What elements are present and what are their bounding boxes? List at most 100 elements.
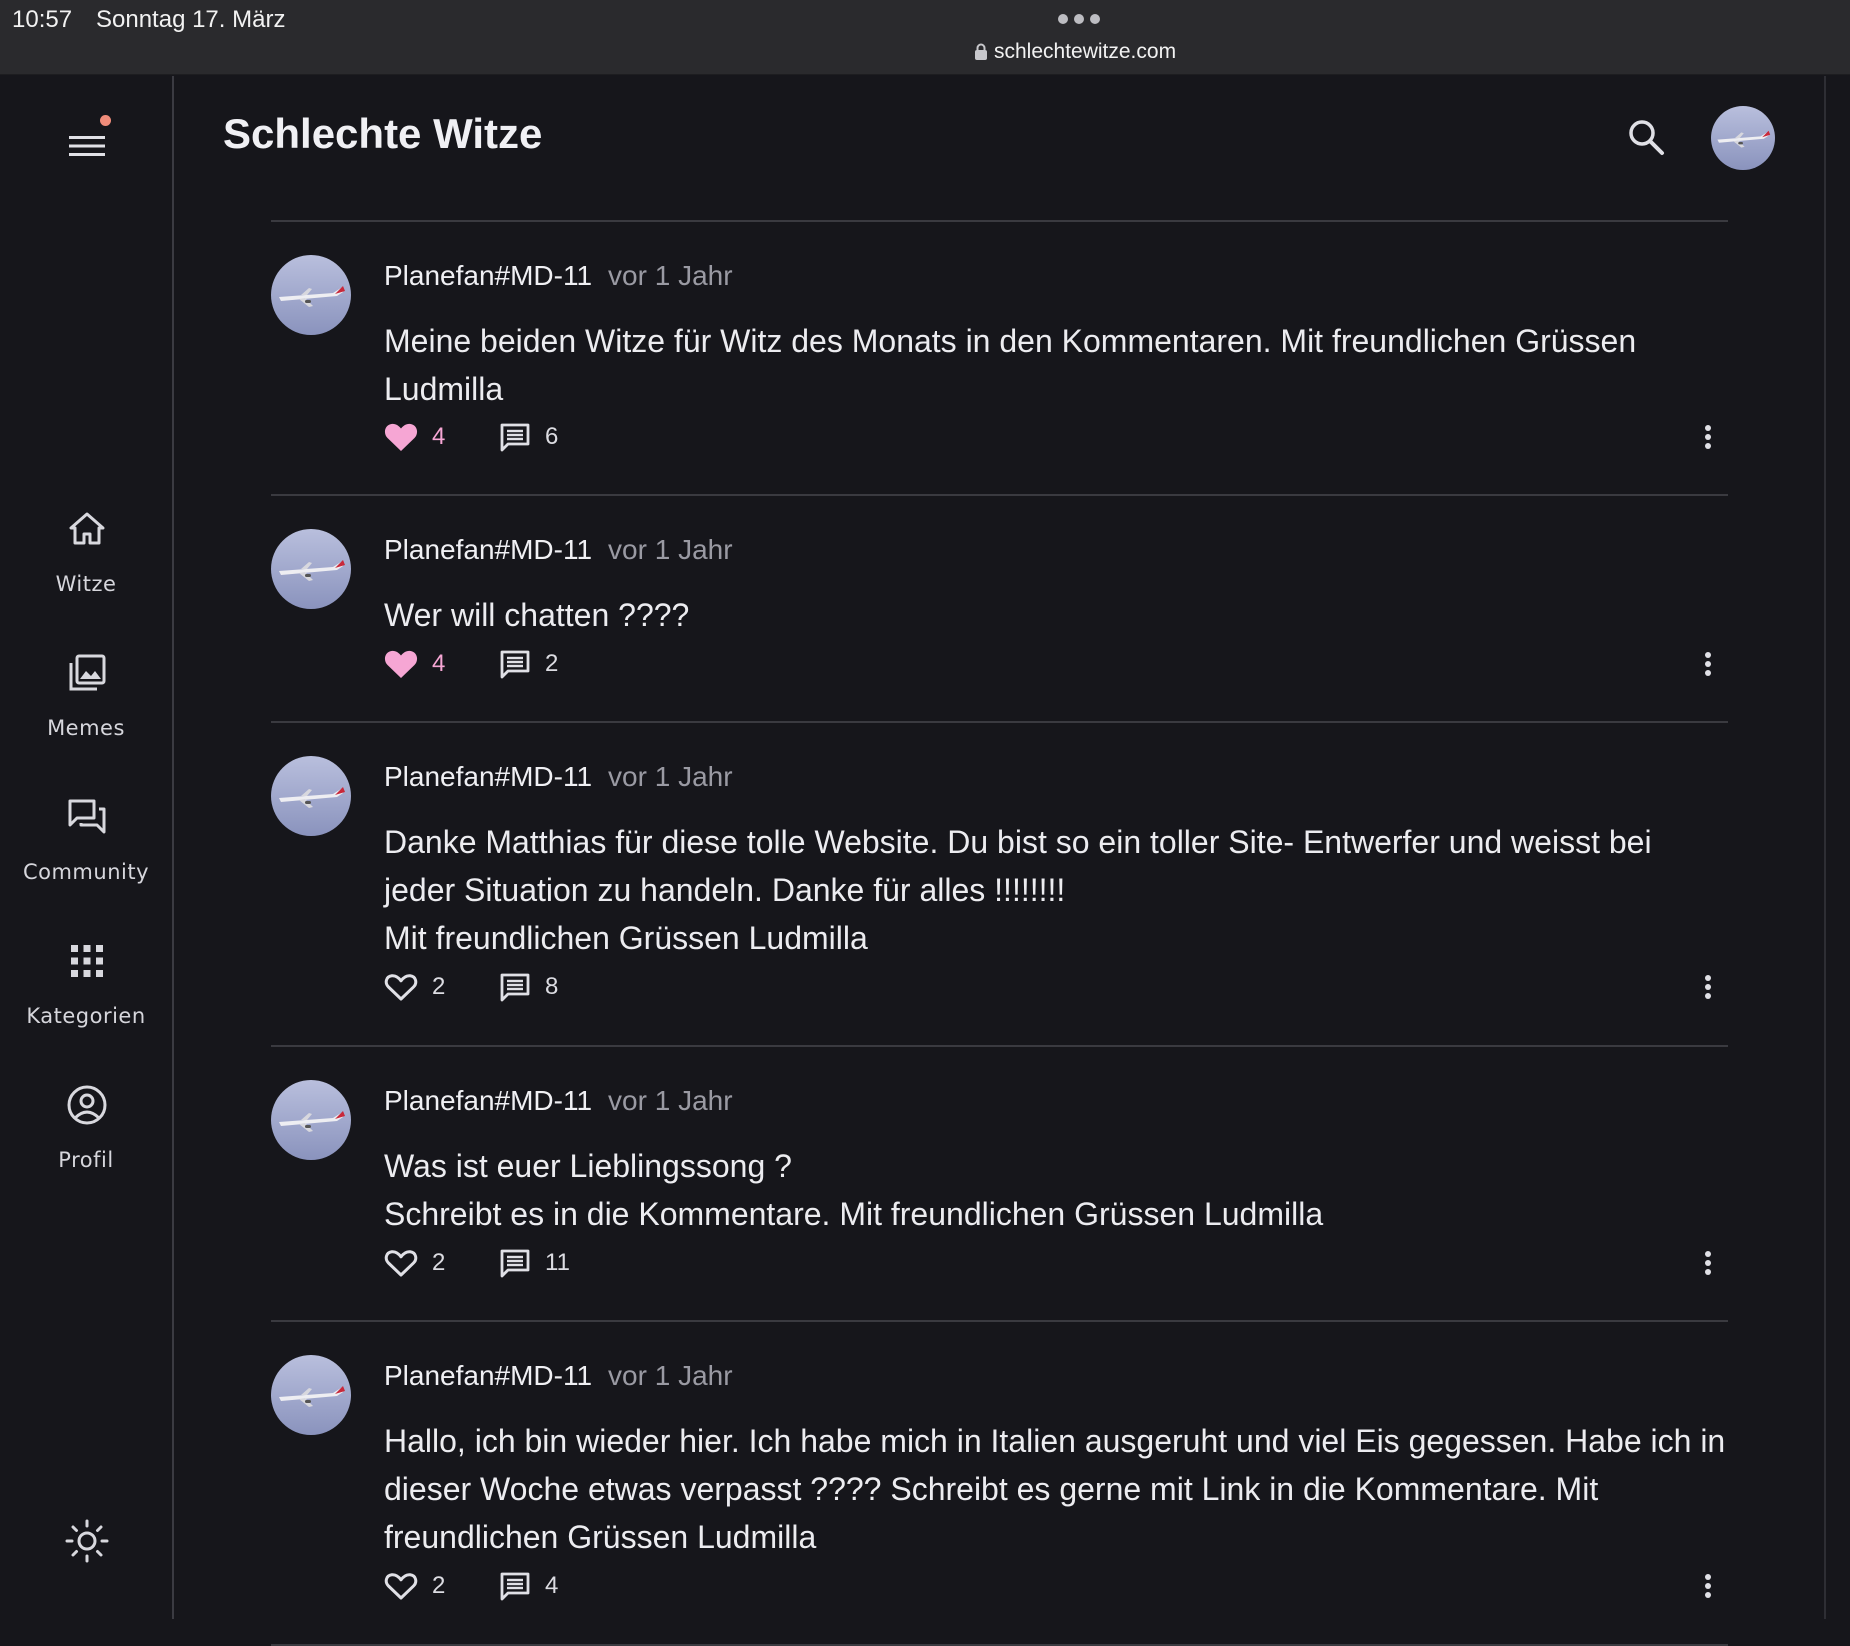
theme-toggle-button[interactable] [62,1516,112,1566]
post-card: Planefan#MD-11 vor 1 Jahr Danke Matthias… [271,723,1728,1045]
airplane-avatar-icon [271,1080,351,1160]
post-text: Hallo, ich bin wieder hier. Ich habe mic… [384,1423,1726,1555]
post-text: Meine beiden Witze für Witz des Monats i… [384,323,1637,407]
apps-grid-icon [71,945,103,977]
post-text: Wer will chatten ???? [384,597,690,633]
page-title: Schlechte Witze [223,110,543,157]
like-button[interactable]: 4 [384,422,499,452]
brightness-icon [65,1519,109,1563]
comment-icon [500,1249,530,1278]
multitasking-dots-icon[interactable] [1058,14,1100,24]
airplane-avatar-icon [271,1355,351,1435]
comment-button[interactable]: 2 [499,648,558,680]
post-body[interactable]: Hallo, ich bin wieder hier. Ich habe mic… [384,1417,1729,1561]
post-time: vor 1 Jahr [608,534,733,565]
heart-filled-icon [384,423,418,451]
nav-item-witze[interactable]: Witze [0,506,172,626]
like-count: 2 [432,1249,446,1276]
post-feed: Planefan#MD-11 vor 1 Jahr Meine beiden W… [271,220,1728,1646]
post-body[interactable]: Meine beiden Witze für Witz des Monats i… [384,317,1729,413]
post-text: Was ist euer Lieblingssong ? [384,1148,792,1184]
like-count: 4 [432,650,446,677]
nav-item-memes[interactable]: Memes [0,650,172,770]
airplane-avatar-icon [271,529,351,609]
post-header: Planefan#MD-11 vor 1 Jahr [384,1085,733,1117]
author-avatar[interactable] [271,1080,351,1160]
like-count: 2 [432,973,446,1000]
account-circle-icon [67,1085,107,1125]
more-vert-icon [1705,1251,1711,1275]
author-name[interactable]: Planefan#MD-11 [384,534,592,566]
airplane-avatar-icon [1711,106,1775,170]
post-header: Planefan#MD-11 vor 1 Jahr [384,761,733,793]
user-avatar[interactable] [1711,106,1775,170]
comment-icon [500,423,530,452]
heart-outline-icon [384,1250,418,1277]
author-name[interactable]: Planefan#MD-11 [384,260,592,292]
comment-icon [500,1572,530,1601]
post-text: Schreibt es in die Kommentare. Mit freun… [384,1196,1324,1232]
more-options-button[interactable] [1688,1566,1728,1606]
post-time: vor 1 Jahr [608,1360,733,1391]
post-body[interactable]: Danke Matthias für diese tolle Website. … [384,818,1729,962]
author-name[interactable]: Planefan#MD-11 [384,1085,592,1117]
comment-count: 6 [545,423,559,450]
comment-count: 2 [545,650,559,677]
more-options-button[interactable] [1688,1243,1728,1283]
search-button[interactable] [1622,113,1672,163]
post-text: Mit freundlichen Grüssen Ludmilla [384,920,868,956]
post-time: vor 1 Jahr [608,260,733,291]
more-vert-icon [1705,975,1711,999]
author-avatar[interactable] [271,255,351,335]
author-avatar[interactable] [271,529,351,609]
comment-button[interactable]: 4 [499,1570,558,1602]
nav-item-community[interactable]: Community [0,794,172,914]
like-button[interactable]: 4 [384,649,499,679]
post-body[interactable]: Wer will chatten ???? [384,591,1729,639]
more-vert-icon [1705,425,1711,449]
comment-icon [500,973,530,1002]
author-name[interactable]: Planefan#MD-11 [384,1360,592,1392]
heart-outline-icon [384,974,418,1001]
airplane-avatar-icon [271,756,351,836]
comment-button[interactable]: 11 [499,1247,570,1279]
post-actions: 4 6 [384,417,558,457]
navigation-rail: Witze Memes Community Kategorien Profil [0,76,174,1619]
post-card: Planefan#MD-11 vor 1 Jahr Was ist euer L… [271,1047,1728,1320]
search-icon [1629,120,1664,155]
status-time: 10:57 [12,6,73,33]
heart-outline-icon [384,1573,418,1600]
more-options-button[interactable] [1688,967,1728,1007]
post-time: vor 1 Jahr [608,761,733,792]
like-button[interactable]: 2 [384,1248,499,1278]
like-count: 4 [432,423,446,450]
nav-item-profil[interactable]: Profil [0,1082,172,1202]
post-actions: 2 11 [384,1243,570,1283]
comment-count: 8 [545,973,559,1000]
like-count: 2 [432,1572,446,1599]
nav-item-kategorien[interactable]: Kategorien [0,938,172,1058]
post-actions: 2 4 [384,1566,558,1606]
post-card: Planefan#MD-11 vor 1 Jahr Meine beiden W… [271,222,1728,494]
comment-button[interactable]: 8 [499,971,558,1003]
comment-button[interactable]: 6 [499,421,558,453]
menu-icon [69,136,105,156]
author-avatar[interactable] [271,756,351,836]
more-options-button[interactable] [1688,644,1728,684]
menu-button[interactable] [62,126,112,166]
more-options-button[interactable] [1688,417,1728,457]
author-avatar[interactable] [271,1355,351,1435]
post-actions: 2 8 [384,967,558,1007]
author-name[interactable]: Planefan#MD-11 [384,761,592,793]
post-time: vor 1 Jahr [608,1085,733,1116]
more-vert-icon [1705,652,1711,676]
address-bar[interactable]: schlechtewitze.com [974,40,1176,64]
nav-label: Profil [58,1148,114,1172]
url-text: schlechtewitze.com [994,40,1177,63]
airplane-avatar-icon [271,255,351,335]
post-actions: 4 2 [384,644,558,684]
nav-label: Kategorien [26,1004,146,1028]
post-body[interactable]: Was ist euer Lieblingssong ? Schreibt es … [384,1142,1729,1238]
like-button[interactable]: 2 [384,1571,499,1601]
like-button[interactable]: 2 [384,972,499,1002]
